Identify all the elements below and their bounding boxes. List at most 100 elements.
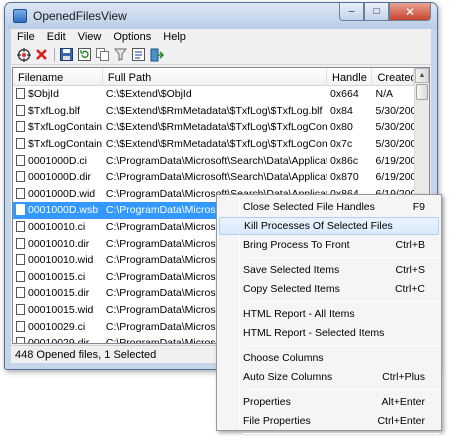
menu-view[interactable]: View xyxy=(72,29,108,45)
exit-icon[interactable] xyxy=(148,46,165,63)
cell-filename: 00010029.ci xyxy=(13,320,103,333)
menu-item-close-selected-file-handles[interactable]: Close Selected File Handles F9 xyxy=(219,198,439,216)
cell-handle: 0x664 xyxy=(327,88,372,100)
app-icon xyxy=(13,9,27,23)
cell-text: C:\$Extend\$RmMetadata\$TxfLog\$TxfLogCo… xyxy=(105,138,327,151)
save-icon[interactable] xyxy=(58,46,75,63)
menu-separator xyxy=(243,257,439,258)
cell-text: 00010015.ci xyxy=(28,270,86,283)
menu-item-shortcut: Ctrl+B xyxy=(395,239,425,251)
menu-item-kill-processes-of-selected-files[interactable]: Kill Processes Of Selected Files xyxy=(219,217,439,235)
cell-filename: 0001000D.ci xyxy=(13,154,103,167)
delete-icon[interactable] xyxy=(33,46,50,63)
scroll-up-icon[interactable]: ▲ xyxy=(415,68,429,83)
target-icon[interactable] xyxy=(15,46,32,63)
cell-handle: 0x7c xyxy=(327,138,372,150)
cell-text: C:\$Extend\$RmMetadata\$TxfLog\$TxfLogCo… xyxy=(105,121,327,134)
refresh-icon[interactable] xyxy=(76,46,93,63)
menu-separator xyxy=(243,389,439,390)
menu-help[interactable]: Help xyxy=(157,29,192,45)
cell-text: 00010010.wid xyxy=(28,254,94,267)
menu-item-choose-columns[interactable]: Choose Columns xyxy=(219,349,439,367)
maximize-button[interactable]: □ xyxy=(364,3,389,21)
copy-icon[interactable] xyxy=(94,46,111,63)
file-icon xyxy=(16,121,25,133)
cell-path: C:\ProgramData\Microsoft\Search\Data\App… xyxy=(103,155,327,167)
column-header-full-path[interactable]: Full Path xyxy=(103,68,327,86)
window-title: OpenedFilesView xyxy=(33,9,127,23)
cell-text: C:\ProgramData\Microsoft\Search\Data\App… xyxy=(105,154,328,167)
menu-item-shortcut: Ctrl+S xyxy=(395,264,425,276)
menu-item-save-selected-items[interactable]: Save Selected Items Ctrl+S xyxy=(219,261,439,279)
menu-item-copy-selected-items[interactable]: Copy Selected Items Ctrl+C xyxy=(219,280,439,298)
menu-item-bring-process-to-front[interactable]: Bring Process To Front Ctrl+B xyxy=(219,236,439,254)
menu-item-properties[interactable]: Properties Alt+Enter xyxy=(219,393,439,411)
cell-filename: 0001000D.wid xyxy=(13,187,103,200)
file-icon xyxy=(16,270,25,282)
file-icon xyxy=(16,154,25,166)
table-row[interactable]: 0001000D.dir C:\ProgramData\Microsoft\Sea… xyxy=(13,169,414,186)
menu-separator xyxy=(243,433,439,434)
filter-icon[interactable] xyxy=(112,46,129,63)
file-icon xyxy=(16,254,25,266)
cell-text: $TxfLog.blf xyxy=(28,104,80,117)
file-icon xyxy=(16,287,25,299)
scroll-thumb[interactable] xyxy=(416,84,428,100)
cell-text: 0x870 xyxy=(330,171,359,184)
menu-item-shortcut: Ctrl+C xyxy=(394,283,425,295)
file-icon xyxy=(16,337,25,343)
cell-created: 5/30/2009 xyxy=(373,138,415,150)
menu-item-shortcut: Ctrl+Enter xyxy=(377,415,425,427)
cell-text: C:\ProgramData\Microsoft\Search\Data\App… xyxy=(105,171,328,184)
properties-icon[interactable] xyxy=(130,46,147,63)
window-controls: – □ ✕ xyxy=(339,3,431,21)
column-header-created-time[interactable]: Created T xyxy=(372,68,414,86)
cell-text: 6/19/2009 xyxy=(375,171,415,184)
menu-item-label: HTML Report - Selected Items xyxy=(243,327,385,339)
cell-text: 00010010.ci xyxy=(28,221,86,234)
table-row[interactable]: $ObjId C:\$Extend\$ObjId 0x664 N/A xyxy=(13,86,414,103)
file-icon xyxy=(16,187,25,199)
column-header-filename[interactable]: Filename xyxy=(13,68,103,86)
minimize-button[interactable]: – xyxy=(339,3,364,21)
cell-filename: 00010029.dir xyxy=(13,337,103,343)
menu-item-html-report-selected-items[interactable]: HTML Report - Selected Items xyxy=(219,324,439,342)
cell-created: 6/19/2009 xyxy=(373,155,415,167)
cell-text: $TxfLogContain... xyxy=(28,121,103,134)
menu-item-auto-size-columns[interactable]: Auto Size Columns Ctrl+Plus xyxy=(219,368,439,386)
title-bar[interactable]: OpenedFilesView – □ ✕ xyxy=(5,3,437,29)
menu-item-html-report-all-items[interactable]: HTML Report - All Items xyxy=(219,305,439,323)
cell-filename: 00010015.dir xyxy=(13,287,103,299)
menu-item-label: Choose Columns xyxy=(243,352,324,364)
menu-options[interactable]: Options xyxy=(107,29,157,45)
list-header: Filename Full Path Handle Created T xyxy=(13,68,414,86)
column-header-handle[interactable]: Handle xyxy=(327,68,373,86)
menu-item-label: HTML Report - All Items xyxy=(243,308,355,320)
menu-file[interactable]: File xyxy=(11,29,41,45)
cell-text: 00010015.dir xyxy=(28,287,90,300)
table-row[interactable]: $TxfLogContain... C:\$Extend\$RmMetadata\… xyxy=(13,119,414,136)
menu-item-label: Kill Processes Of Selected Files xyxy=(244,220,393,232)
file-icon xyxy=(16,320,25,332)
menu-item-file-properties[interactable]: File Properties Ctrl+Enter xyxy=(219,412,439,430)
cell-text: 00010029.dir xyxy=(28,337,89,343)
toolbar-separator xyxy=(54,47,55,62)
file-icon xyxy=(16,171,25,183)
cell-text: N/A xyxy=(375,88,394,101)
cell-text: 00010015.wid xyxy=(28,304,94,317)
cell-text: 00010010.dir xyxy=(28,237,90,250)
cell-filename: 00010010.ci xyxy=(13,221,103,233)
table-row[interactable]: $TxfLogContain... C:\$Extend\$RmMetadata\… xyxy=(13,136,414,153)
cell-text: 0001000D.wid xyxy=(28,187,96,200)
close-button[interactable]: ✕ xyxy=(389,3,431,21)
cell-handle: 0x84 xyxy=(327,105,372,117)
cell-created: N/A xyxy=(373,88,415,100)
cell-text: 00010029.ci xyxy=(28,320,86,333)
table-row[interactable]: $TxfLog.blf C:\$Extend\$RmMetadata\$TxfLo… xyxy=(13,103,414,120)
cell-filename: 00010015.wid xyxy=(13,304,103,316)
menu-edit[interactable]: Edit xyxy=(41,29,72,45)
cell-filename: $TxfLogContain... xyxy=(13,121,103,133)
table-row[interactable]: 0001000D.ci C:\ProgramData\Microsoft\Sear… xyxy=(13,152,414,169)
cell-text: 5/30/2009 xyxy=(375,121,415,134)
cell-filename: $ObjId xyxy=(13,88,103,100)
